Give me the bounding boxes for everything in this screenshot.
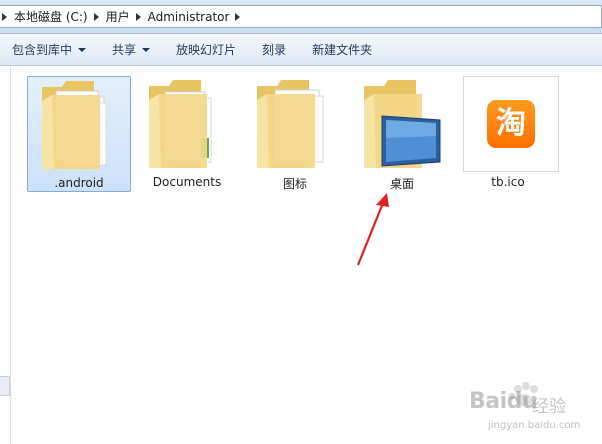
watermark-logo: Baidu: [469, 389, 538, 414]
watermark-sub: 经验: [532, 397, 566, 417]
red-arrow-icon: [356, 193, 389, 266]
watermark-url: jingyan.baidu.com: [488, 420, 581, 431]
